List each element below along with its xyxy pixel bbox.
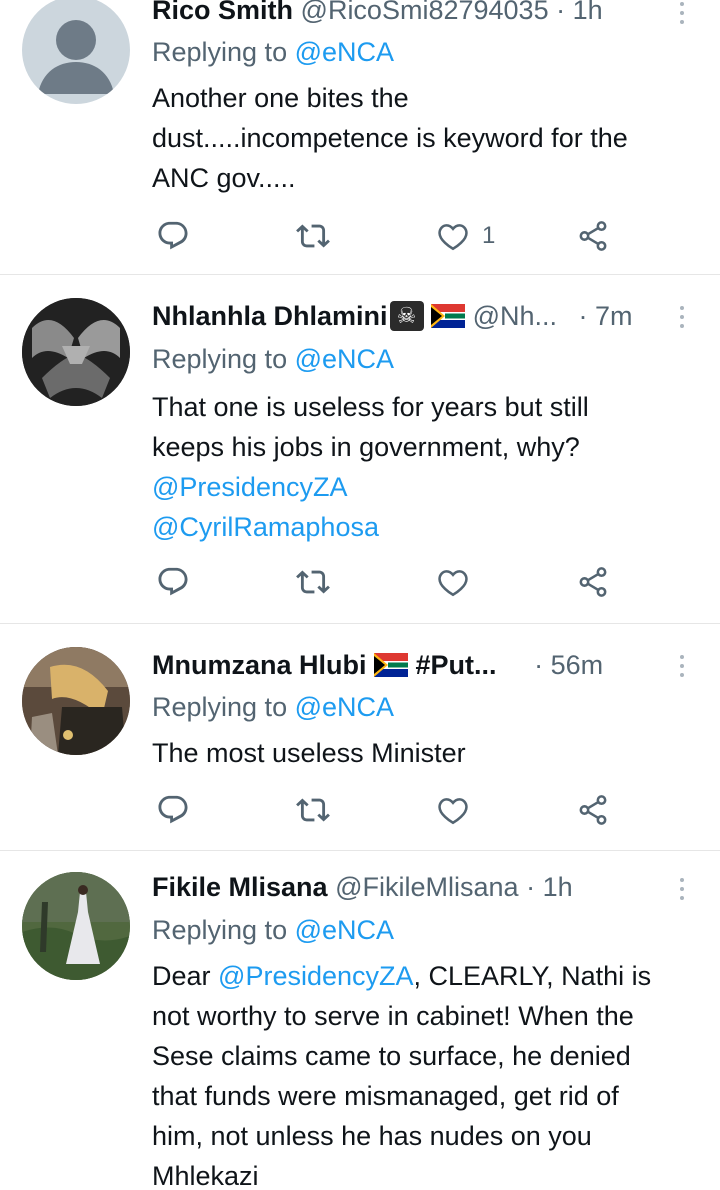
- timestamp[interactable]: 1h: [573, 0, 603, 25]
- text-prefix: Dear: [152, 961, 219, 991]
- like-icon: [436, 793, 470, 827]
- text-line: Sese claims came to surface, he denied: [152, 1041, 631, 1071]
- share-icon: [576, 565, 610, 599]
- tweet-1[interactable]: Rico Smith @RicoSmi82794035 · 1h Replyin…: [0, 0, 720, 275]
- tweet-header: Nhlanhla Dhlamini ☠ @Nh... · 7m: [152, 296, 680, 336]
- avatar-photo[interactable]: [22, 298, 130, 406]
- retweet-icon: [296, 793, 330, 827]
- reply-button[interactable]: [156, 216, 190, 256]
- text-line: That one is useless for years but still: [152, 392, 589, 422]
- replying-to: Replying to @eNCA: [152, 910, 394, 950]
- replying-to-label: Replying to: [152, 37, 295, 67]
- text-line: Mhlekazi: [152, 1161, 259, 1190]
- text-line: that funds were mismanaged, get rid of: [152, 1081, 619, 1111]
- text-line: him, not unless he has nudes on you: [152, 1121, 592, 1151]
- author-handle[interactable]: @RicoSmi82794035: [301, 0, 549, 25]
- reply-mention-link[interactable]: @eNCA: [295, 37, 394, 67]
- action-bar: [152, 790, 632, 830]
- retweet-icon: [296, 219, 330, 253]
- author-name[interactable]: Mnumzana Hlubi: [152, 650, 367, 680]
- south-africa-flag-icon: [374, 653, 409, 677]
- author-name[interactable]: Rico Smith: [152, 0, 293, 25]
- more-icon[interactable]: [672, 302, 692, 332]
- retweet-button[interactable]: [296, 562, 330, 602]
- avatar-default-icon[interactable]: [22, 0, 130, 104]
- skull-crossbones-icon: ☠: [389, 301, 424, 331]
- author-name[interactable]: Nhlanhla Dhlamini: [152, 301, 388, 331]
- timestamp[interactable]: 1h: [543, 872, 573, 902]
- timestamp[interactable]: 7m: [595, 301, 633, 331]
- like-button[interactable]: [436, 562, 470, 602]
- reply-icon: [156, 793, 190, 827]
- tweet-text: Dear @PresidencyZA, CLEARLY, Nathi is no…: [152, 956, 702, 1190]
- reply-icon: [156, 565, 190, 599]
- reply-mention-link[interactable]: @eNCA: [295, 344, 394, 374]
- reply-icon: [156, 219, 190, 253]
- south-africa-flag-icon: [431, 304, 466, 328]
- reply-mention-link[interactable]: @eNCA: [295, 915, 394, 945]
- tweet-4[interactable]: Fikile Mlisana @FikileMlisana · 1h Reply…: [0, 852, 720, 1190]
- action-bar: 1: [152, 216, 632, 256]
- tweet-2[interactable]: Nhlanhla Dhlamini ☠ @Nh... · 7m Replying …: [0, 276, 720, 624]
- avatar-photo[interactable]: [22, 872, 130, 980]
- share-button[interactable]: [576, 216, 610, 256]
- mention-link[interactable]: @CyrilRamaphosa: [152, 507, 702, 547]
- more-icon[interactable]: [672, 874, 692, 904]
- replying-to: Replying to @eNCA: [152, 339, 394, 379]
- tweet-3[interactable]: Mnumzana Hlubi #Put... · 56m Replying to…: [0, 625, 720, 851]
- author-handle[interactable]: @Nh...: [473, 301, 557, 331]
- separator: ·: [578, 301, 588, 331]
- separator: ·: [556, 0, 566, 25]
- more-icon[interactable]: [672, 0, 692, 28]
- share-icon: [576, 793, 610, 827]
- action-bar: [152, 562, 632, 602]
- text-line: The most useless Minister: [152, 738, 466, 768]
- tweet-header: Fikile Mlisana @FikileMlisana · 1h: [152, 867, 680, 907]
- like-icon: [436, 565, 470, 599]
- replying-to-label: Replying to: [152, 344, 295, 374]
- separator: ·: [526, 872, 536, 902]
- text-line: not worthy to serve in cabinet! When the: [152, 1001, 634, 1031]
- author-handle[interactable]: @FikileMlisana: [335, 872, 518, 902]
- avatar-photo[interactable]: [22, 647, 130, 755]
- share-button[interactable]: [576, 562, 610, 602]
- reply-mention-link[interactable]: @eNCA: [295, 692, 394, 722]
- tweet-text: Another one bites the dust.....incompete…: [152, 78, 702, 198]
- reply-button[interactable]: [156, 562, 190, 602]
- retweet-button[interactable]: [296, 790, 330, 830]
- separator: ·: [534, 650, 544, 680]
- reply-button[interactable]: [156, 790, 190, 830]
- like-button[interactable]: 1: [436, 216, 495, 256]
- replying-to: Replying to @eNCA: [152, 32, 394, 72]
- replying-to-label: Replying to: [152, 915, 295, 945]
- mention-link[interactable]: @PresidencyZA: [152, 467, 702, 507]
- retweet-icon: [296, 565, 330, 599]
- timestamp[interactable]: 56m: [551, 650, 604, 680]
- like-count: 1: [482, 222, 496, 249]
- tweet-header: Rico Smith @RicoSmi82794035 · 1h: [152, 0, 680, 30]
- share-button[interactable]: [576, 790, 610, 830]
- share-icon: [576, 219, 610, 253]
- like-icon: [436, 219, 470, 253]
- text-line: Another one bites the: [152, 83, 409, 113]
- text-suffix: , CLEARLY, Nathi is: [413, 961, 652, 991]
- replying-to: Replying to @eNCA: [152, 687, 394, 727]
- tweet-header: Mnumzana Hlubi #Put... · 56m: [152, 645, 680, 685]
- tweet-text: The most useless Minister: [152, 733, 702, 773]
- replying-to-label: Replying to: [152, 692, 295, 722]
- author-name[interactable]: Fikile Mlisana: [152, 872, 328, 902]
- retweet-button[interactable]: [296, 216, 330, 256]
- tweet-text: That one is useless for years but still …: [152, 387, 702, 547]
- text-line: Dear @PresidencyZA, CLEARLY, Nathi is: [152, 956, 702, 996]
- like-button[interactable]: [436, 790, 470, 830]
- text-line: dust.....incompetence is keyword for the: [152, 123, 628, 153]
- author-name-hashtag[interactable]: #Put...: [416, 650, 497, 680]
- mention-link[interactable]: @PresidencyZA: [218, 961, 413, 991]
- text-line: keeps his jobs in government, why?: [152, 432, 580, 462]
- text-line: ANC gov.....: [152, 163, 296, 193]
- more-icon[interactable]: [672, 651, 692, 681]
